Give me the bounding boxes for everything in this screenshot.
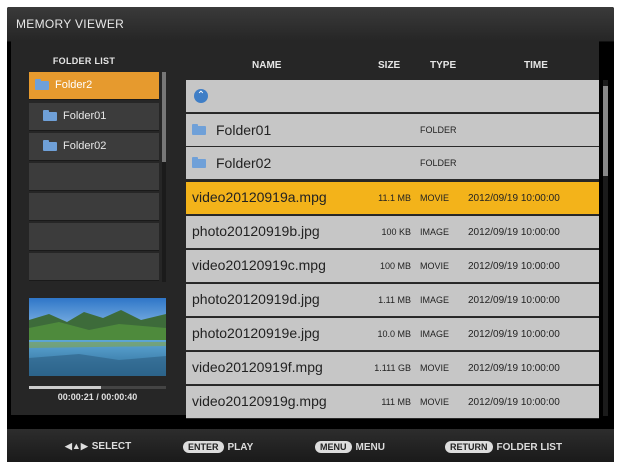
file-type: FOLDER <box>420 158 457 168</box>
file-type: MOVIE <box>420 193 450 203</box>
footer-menu-label: MENU <box>355 442 385 453</box>
window-title: MEMORY VIEWER <box>16 17 125 31</box>
file-type: IMAGE <box>420 329 450 339</box>
title-bar: MEMORY VIEWER <box>7 7 614 42</box>
folder-icon <box>43 140 57 151</box>
column-header-size: SIZE <box>378 60 401 71</box>
footer-help-bar: ◀▲▶ SELECT ENTER PLAY MENU MENU RETURN FOLDE… <box>7 429 614 462</box>
folder-list-item-folder2[interactable]: Folder2 <box>29 72 159 100</box>
file-list-folder-row[interactable]: Folder01 FOLDER <box>186 114 599 147</box>
column-header-type: TYPE <box>430 60 457 71</box>
playback-progress-fill <box>29 386 101 389</box>
file-size: 100 MB <box>379 261 411 271</box>
enter-key-badge: ENTER <box>183 441 224 453</box>
landscape-thumbnail-image <box>29 298 166 376</box>
file-size: 1.111 GB <box>374 363 411 373</box>
file-time: 2012/09/19 10:00:00 <box>468 193 560 204</box>
playback-time: 00:00:21 / 00:00:40 <box>57 392 138 402</box>
folder-label: Folder01 <box>63 110 107 122</box>
footer-enter-label: PLAY <box>227 442 254 453</box>
file-type: MOVIE <box>420 363 450 373</box>
file-name: video20120919a.mpg <box>192 189 327 205</box>
file-name: photo20120919b.jpg <box>192 223 320 239</box>
folder-list-scrollbar[interactable] <box>162 72 166 282</box>
file-name: Folder02 <box>216 155 272 171</box>
footer-enter-hint: ENTER PLAY <box>183 441 253 453</box>
folder-icon <box>192 124 206 135</box>
file-type: MOVIE <box>420 397 450 407</box>
menu-key-badge: MENU <box>315 441 352 453</box>
file-type: MOVIE <box>420 261 450 271</box>
folder-icon <box>35 79 49 90</box>
file-name: photo20120919e.jpg <box>192 325 320 341</box>
footer-select-label: SELECT <box>91 441 132 452</box>
file-size: 100 KB <box>381 227 411 237</box>
file-time: 2012/09/19 10:00:00 <box>468 261 560 272</box>
file-list-row[interactable]: video20120919f.mpg 1.111 GB MOVIE 2012/0… <box>186 352 599 385</box>
video-thumbnail <box>29 298 166 376</box>
footer-return-label: FOLDER LIST <box>496 442 563 453</box>
file-time: 2012/09/19 10:00:00 <box>468 227 560 238</box>
footer-select-hint: ◀▲▶ SELECT <box>65 441 131 452</box>
file-list-row[interactable]: photo20120919b.jpg 100 KB IMAGE 2012/09/… <box>186 216 599 249</box>
file-list-row[interactable]: photo20120919e.jpg 10.0 MB IMAGE 2012/09… <box>186 318 599 351</box>
folder-icon <box>192 157 206 168</box>
folder-list-empty-row <box>29 193 159 221</box>
folder-label: Folder02 <box>63 140 107 152</box>
folder-icon <box>43 110 57 121</box>
folder-list-header: FOLDER LIST <box>52 56 116 66</box>
file-type: IMAGE <box>420 227 450 237</box>
file-size: 11.1 MB <box>378 193 411 203</box>
file-name: video20120919f.mpg <box>192 359 323 375</box>
folder-list-item-folder02[interactable]: Folder02 <box>29 133 159 161</box>
file-time: 2012/09/19 10:00:00 <box>468 363 560 374</box>
footer-menu-hint: MENU MENU <box>315 441 385 453</box>
column-header-name: NAME <box>252 60 282 71</box>
folder-list-scroll-thumb[interactable] <box>162 72 166 162</box>
file-name: photo20120919d.jpg <box>192 291 320 307</box>
folder-list-item-folder01[interactable]: Folder01 <box>29 103 159 131</box>
dpad-icon: ◀▲▶ <box>65 441 88 451</box>
file-list-row[interactable]: video20120919g.mpg 111 MB MOVIE 2012/09/… <box>186 386 599 419</box>
file-size: 111 MB <box>381 397 411 407</box>
file-time: 2012/09/19 10:00:00 <box>468 397 560 408</box>
file-list-folder-row[interactable]: Folder02 FOLDER <box>186 147 599 180</box>
file-type: FOLDER <box>420 125 457 135</box>
file-name: video20120919g.mpg <box>192 393 327 409</box>
file-name: video20120919c.mpg <box>192 257 326 273</box>
file-size: 10.0 MB <box>377 329 411 339</box>
parent-folder-row[interactable]: ⌃ <box>186 80 599 113</box>
folder-list-empty-row <box>29 163 159 191</box>
folder-label: Folder2 <box>55 79 93 91</box>
file-size: 1.11 MB <box>378 295 411 305</box>
file-list-row[interactable]: video20120919c.mpg 100 MB MOVIE 2012/09/… <box>186 250 599 283</box>
parent-folder-icon: ⌃ <box>194 89 208 103</box>
folder-list-empty-row <box>29 223 159 251</box>
file-time: 2012/09/19 10:00:00 <box>468 295 560 306</box>
return-key-badge: RETURN <box>445 441 493 453</box>
playback-progress-bar[interactable] <box>29 386 166 389</box>
file-type: IMAGE <box>420 295 450 305</box>
file-list-scroll-thumb[interactable] <box>603 86 608 176</box>
file-list-scrollbar[interactable] <box>603 80 608 416</box>
file-list-row[interactable]: photo20120919d.jpg 1.11 MB IMAGE 2012/09… <box>186 284 599 317</box>
footer-return-hint: RETURN FOLDER LIST <box>445 441 562 453</box>
column-header-time: TIME <box>524 60 548 71</box>
folder-list-empty-row <box>29 253 159 281</box>
file-time: 2012/09/19 10:00:00 <box>468 329 560 340</box>
file-name: Folder01 <box>216 122 272 138</box>
file-list-row[interactable]: video20120919a.mpg 11.1 MB MOVIE 2012/09… <box>186 182 599 215</box>
